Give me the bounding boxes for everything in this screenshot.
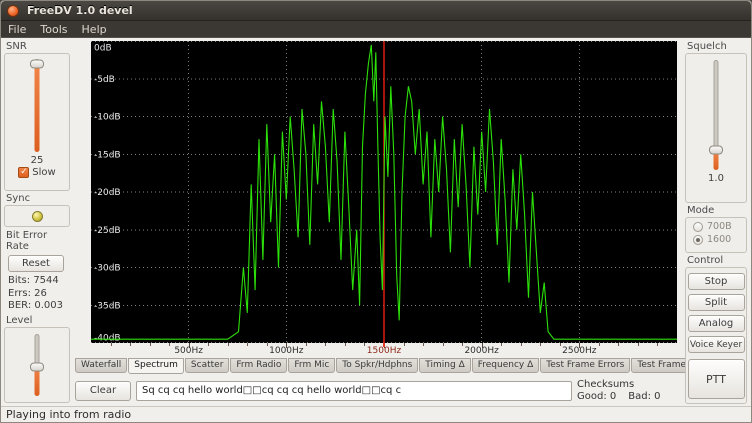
clear-button[interactable]: Clear	[75, 381, 131, 401]
tab-timing-delta[interactable]: Timing Δ	[419, 358, 470, 373]
tab-spectrum[interactable]: Spectrum	[128, 358, 184, 374]
mode-radio-700b[interactable]: 700B	[693, 221, 732, 232]
tab-frequency-delta[interactable]: Frequency Δ	[472, 358, 540, 373]
checksum-bad: Bad: 0	[628, 391, 660, 403]
menu-tools[interactable]: Tools	[40, 23, 67, 36]
snr-slider-handle[interactable]	[30, 59, 44, 68]
ber-value: BER: 0.003	[4, 300, 70, 313]
menu-help[interactable]: Help	[82, 23, 107, 36]
svg-text:-25dB: -25dB	[94, 226, 121, 236]
tab-to-spkr-hdphns[interactable]: To Spkr/Hdphns	[336, 358, 418, 373]
bits-count: Bits: 7544	[4, 275, 70, 288]
mode-radio-1600[interactable]: 1600	[693, 234, 731, 245]
mode-label: Mode	[687, 205, 747, 216]
sync-label: Sync	[6, 193, 70, 204]
reset-button[interactable]: Reset	[8, 255, 64, 272]
level-group	[4, 327, 70, 404]
slow-checkbox-label: Slow	[32, 167, 55, 178]
squelch-slider-handle[interactable]	[709, 145, 723, 154]
tx-message-bar: Clear Checksums Good: 0 Bad: 0	[75, 378, 683, 403]
checkbox-icon	[18, 167, 29, 178]
ptt-button[interactable]: PTT	[688, 359, 745, 399]
voice-keyer-button[interactable]: Voice Keyer	[688, 336, 745, 353]
control-label: Control	[687, 255, 747, 266]
svg-text:-10dB: -10dB	[94, 113, 121, 123]
menu-file[interactable]: File	[8, 23, 26, 36]
mode-1600-label: 1600	[707, 234, 731, 245]
mode-group: 700B 1600	[685, 217, 747, 253]
tab-frm-radio[interactable]: Frm Radio	[230, 358, 287, 373]
left-panel: SNR 25 Slow Sync Bit Error Rate Reset Bi…	[1, 38, 73, 406]
slow-checkbox[interactable]: Slow	[18, 167, 55, 178]
x-tick-label: 500Hz	[174, 346, 203, 356]
svg-text:-20dB: -20dB	[94, 188, 121, 198]
x-tick-label: 1000Hz	[269, 346, 303, 356]
snr-group: 25 Slow	[4, 53, 70, 191]
errs-count: Errs: 26	[4, 288, 70, 301]
svg-text:0dB: 0dB	[94, 44, 112, 54]
snr-slider-fill	[35, 64, 40, 152]
tx-message-input[interactable]	[136, 381, 572, 401]
svg-text:-35dB: -35dB	[94, 301, 121, 311]
tab-waterfall[interactable]: Waterfall	[75, 358, 127, 373]
svg-text:-30dB: -30dB	[94, 264, 121, 274]
frequency-axis: 500Hz 1000Hz 1500Hz 2000Hz 2500Hz	[91, 343, 677, 356]
svg-text:-5dB: -5dB	[94, 75, 115, 85]
status-bar: Playing into from radio	[1, 406, 751, 422]
control-group: Stop Split Analog Voice Keyer PTT	[685, 267, 747, 404]
snr-label: SNR	[6, 41, 70, 52]
mode-700b-label: 700B	[707, 221, 732, 232]
spectrum-panel: 0dB -5dB -10dB -15dB -20dB -25dB -30dB -35dB -40…	[91, 41, 677, 356]
checksums-label: Checksums	[577, 379, 683, 391]
x-tick-label: 2500Hz	[562, 346, 596, 356]
sync-group	[4, 205, 70, 227]
spectrum-plot[interactable]: 0dB -5dB -10dB -15dB -20dB -25dB -30dB -35dB -40…	[91, 41, 677, 343]
radio-icon	[693, 222, 703, 232]
tab-frm-mic[interactable]: Frm Mic	[288, 358, 335, 373]
svg-text:-40dB: -40dB	[94, 334, 121, 344]
tab-scatter[interactable]: Scatter	[185, 358, 229, 373]
menubar: File Tools Help	[1, 21, 751, 38]
stop-button[interactable]: Stop	[688, 273, 745, 290]
bit-error-rate-label: Bit Error Rate	[6, 230, 70, 252]
level-slider[interactable]	[29, 333, 45, 398]
sync-led-indicator	[32, 211, 43, 222]
x-tick-label: 2000Hz	[464, 346, 498, 356]
squelch-slider[interactable]	[708, 59, 724, 171]
plot-tabs: Waterfall Spectrum Scatter Frm Radio Frm…	[75, 358, 683, 375]
squelch-label: Squelch	[687, 41, 747, 52]
x-tick-label: 1500Hz	[367, 346, 401, 356]
close-button-icon[interactable]	[7, 5, 19, 17]
squelch-value: 1.0	[708, 173, 724, 184]
freedv-window: FreeDV 1.0 devel File Tools Help SNR 25 …	[0, 0, 752, 423]
analog-button[interactable]: Analog	[688, 315, 745, 332]
window-title: FreeDV 1.0 devel	[27, 4, 133, 17]
squelch-group: 1.0	[685, 53, 747, 203]
right-panel: Squelch 1.0 Mode 700B 1600 Control Stop …	[683, 38, 751, 406]
level-slider-handle[interactable]	[30, 363, 44, 372]
radio-icon	[693, 235, 703, 245]
plot-notebook: 0dB -5dB -10dB -15dB -20dB -25dB -30dB -35dB -40…	[73, 38, 683, 406]
titlebar: FreeDV 1.0 devel	[1, 1, 751, 21]
checksum-good: Good: 0	[577, 391, 616, 403]
split-button[interactable]: Split	[688, 294, 745, 311]
svg-text:-15dB: -15dB	[94, 150, 121, 160]
tab-test-frame-errors[interactable]: Test Frame Errors	[540, 358, 630, 373]
level-label: Level	[6, 315, 70, 326]
checksums: Checksums Good: 0 Bad: 0	[577, 379, 683, 402]
snr-slider[interactable]	[29, 58, 45, 153]
snr-value: 25	[31, 155, 44, 166]
